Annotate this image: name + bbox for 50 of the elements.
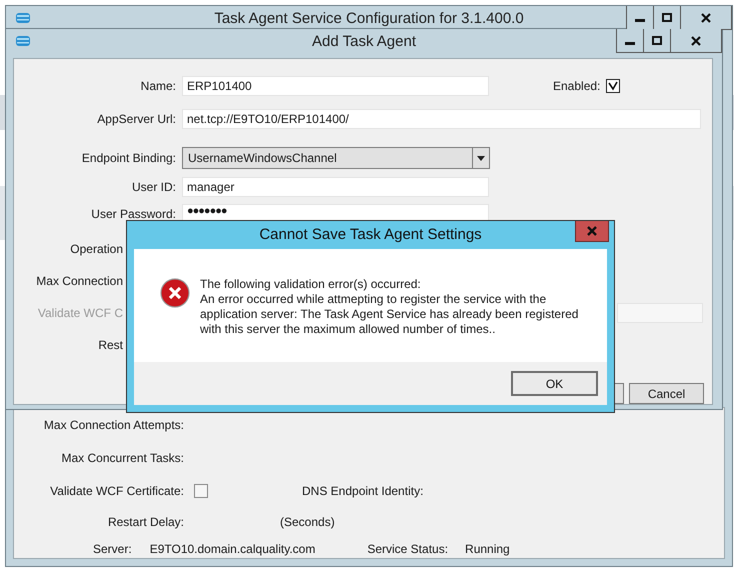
close-button[interactable] [680, 6, 732, 30]
status-label: Server: [93, 542, 132, 556]
checkbox[interactable] [194, 484, 208, 498]
close-icon [691, 36, 701, 46]
cancel-button[interactable]: Cancel [629, 383, 704, 404]
field-label: Max Concurrent Tasks: [60, 450, 184, 464]
field-label: Max Connection [35, 274, 124, 288]
field-label: Validate WCF Certificate: [49, 484, 184, 498]
caret-icon [477, 156, 485, 160]
field-label: User Password: [90, 207, 177, 221]
maximize-icon [652, 36, 662, 46]
field-label: Rest [97, 338, 124, 352]
unit-label: (Seconds) [280, 515, 335, 529]
user-id-field[interactable]: manager [182, 177, 489, 197]
status-value: Running [465, 542, 510, 556]
maximize-icon [662, 12, 672, 22]
field-label: AppServer Url: [96, 112, 177, 126]
status-value: E9TO10.domain.calquality.com [150, 542, 316, 556]
field-label: Endpoint Binding: [80, 151, 177, 165]
field-label: Enabled: [553, 79, 600, 93]
close-icon [587, 226, 597, 236]
field-label: User ID: [130, 180, 177, 194]
error-message: An error occurred while attmepting to register the service with the application server: The Task Agent Service has already been registered with this server the maximum allowed number of times.. [200, 292, 580, 337]
window-title: Add Task Agent [311, 32, 417, 50]
status-label: Service Status: [367, 542, 448, 556]
minimize-button[interactable] [626, 6, 654, 30]
window-title: Task Agent Service Configuration for 3.1.400.0 [213, 10, 525, 26]
dialog-title: Cannot Save Task Agent Settings [258, 226, 483, 243]
minimize-button[interactable] [616, 29, 644, 53]
field-label: DNS Endpoint Identity: [302, 484, 424, 498]
checkbox[interactable] [606, 79, 620, 93]
name-field[interactable]: ERP101400 [182, 76, 489, 96]
error-message: The following validation error(s) occurred: [200, 277, 422, 292]
database-icon [15, 35, 31, 47]
close-button[interactable] [670, 29, 722, 53]
close-icon [701, 12, 711, 22]
binding-dropdown[interactable]: UsernameWindowsChannel [182, 147, 490, 169]
ok-button[interactable]: OK [511, 371, 598, 396]
minimize-icon [635, 19, 645, 22]
error-icon [160, 278, 190, 308]
dropdown-value: UsernameWindowsChannel [187, 150, 338, 167]
maximize-button[interactable] [643, 29, 671, 53]
url-field[interactable]: net.tcp://E9TO10/ERP101400/ [182, 109, 701, 129]
field-label: Max Connection Attempts: [42, 418, 184, 432]
field-label: Name: [140, 79, 177, 93]
minimize-icon [625, 42, 635, 45]
database-icon [15, 12, 31, 24]
field-label: Validate WCF C [36, 306, 124, 320]
field-label: Operation [69, 242, 124, 256]
field-label: Restart Delay: [106, 515, 184, 529]
